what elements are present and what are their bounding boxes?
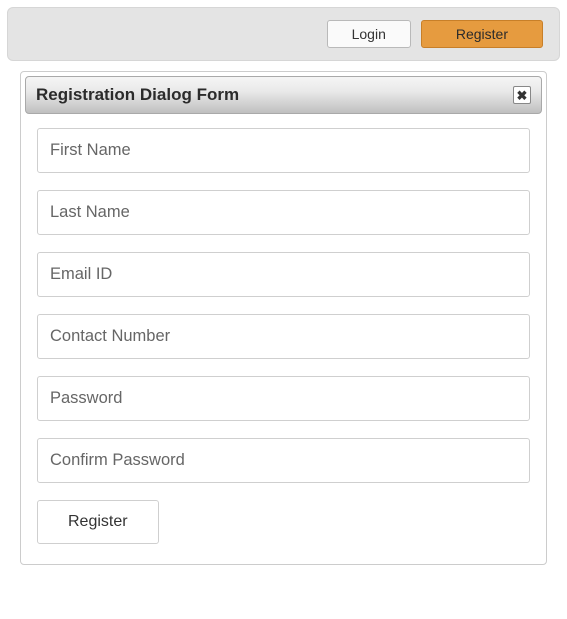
dialog-body: Register <box>25 114 542 560</box>
first-name-field[interactable] <box>37 128 530 173</box>
email-field[interactable] <box>37 252 530 297</box>
password-field[interactable] <box>37 376 530 421</box>
login-button[interactable]: Login <box>327 20 411 48</box>
close-icon[interactable]: ✖ <box>513 86 531 104</box>
dialog-titlebar: Registration Dialog Form ✖ <box>25 76 542 114</box>
registration-dialog: Registration Dialog Form ✖ Register <box>20 71 547 565</box>
contact-number-field[interactable] <box>37 314 530 359</box>
last-name-field[interactable] <box>37 190 530 235</box>
top-toolbar: Login Register <box>7 7 560 61</box>
register-button[interactable]: Register <box>421 20 543 48</box>
confirm-password-field[interactable] <box>37 438 530 483</box>
dialog-title: Registration Dialog Form <box>36 85 239 105</box>
submit-register-button[interactable]: Register <box>37 500 159 544</box>
